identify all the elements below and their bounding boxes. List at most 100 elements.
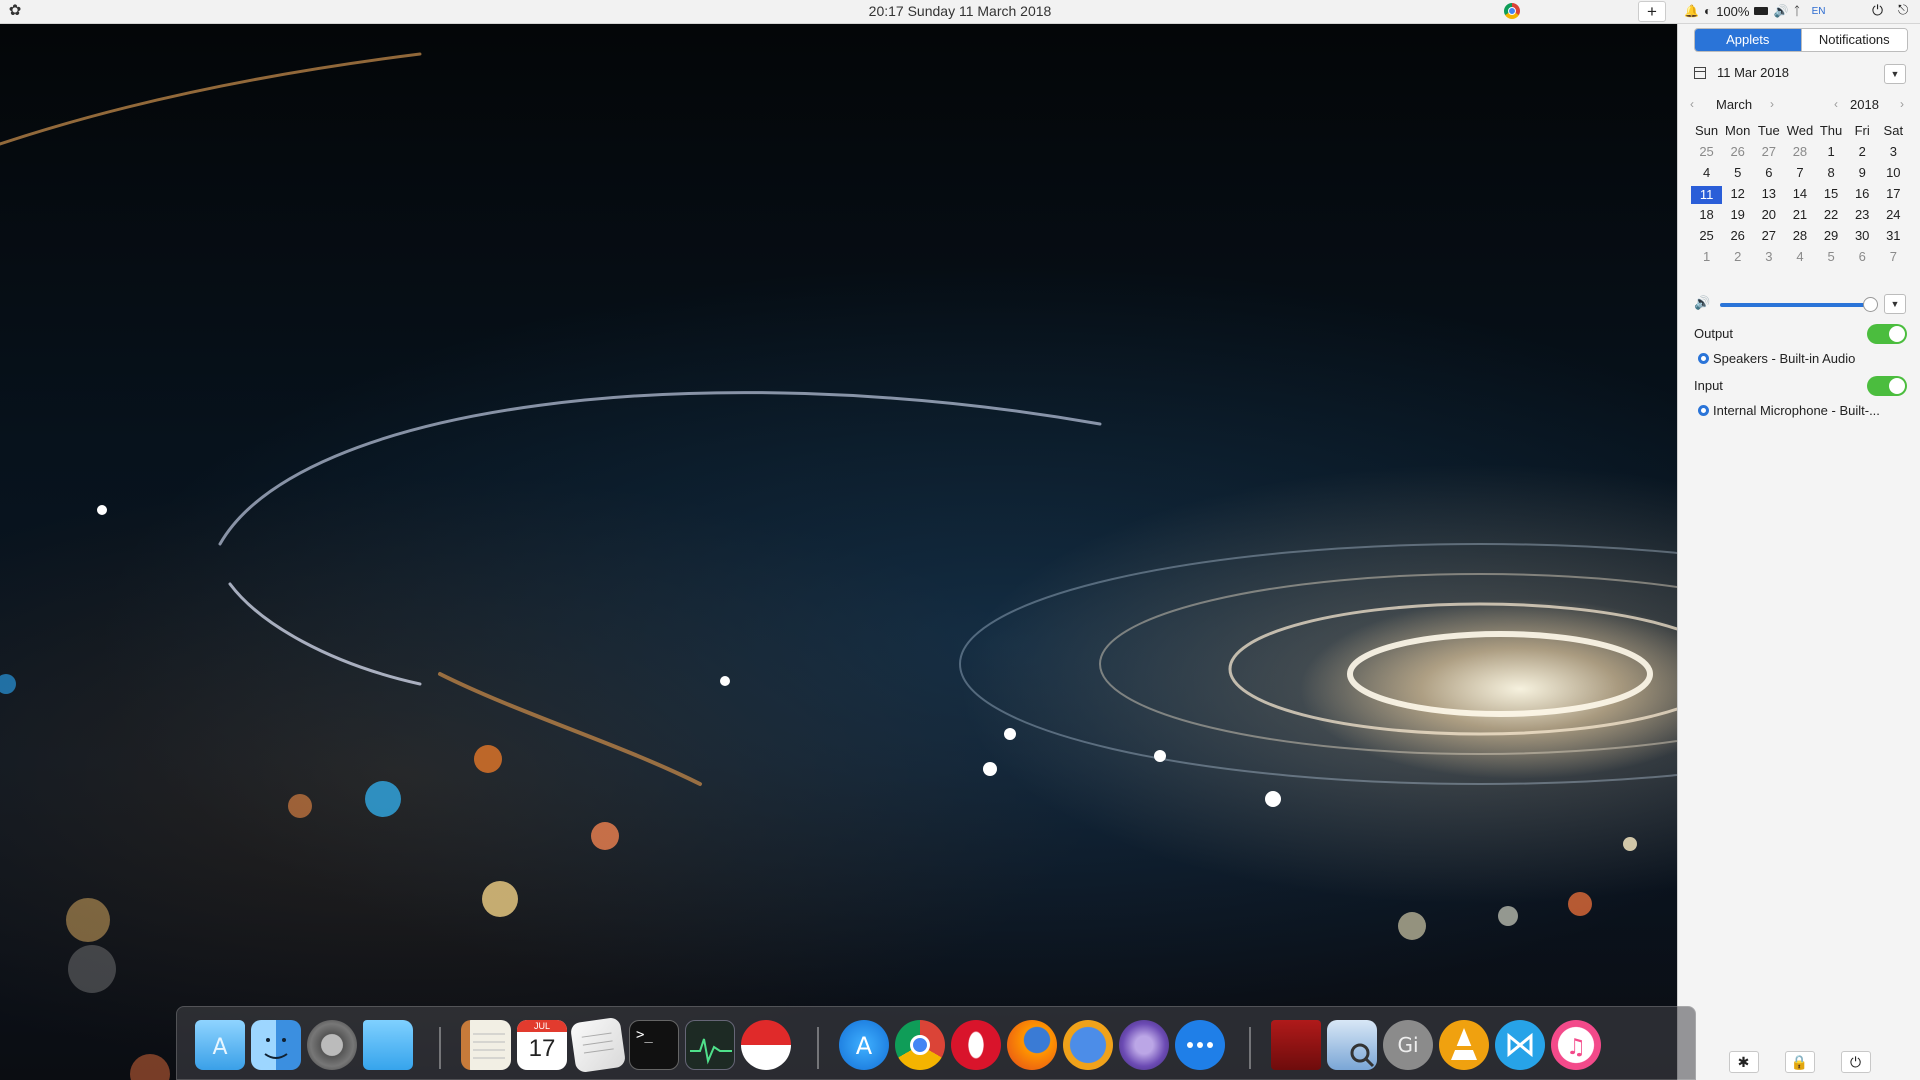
output-toggle[interactable] bbox=[1867, 324, 1907, 344]
terminal-icon[interactable]: >_ bbox=[629, 1020, 679, 1070]
calendar-day[interactable]: 29 bbox=[1816, 227, 1847, 248]
keyboard-language[interactable]: EN bbox=[1812, 6, 1826, 17]
night-mode-icon[interactable]: ◐ bbox=[1704, 3, 1711, 19]
calendar-day[interactable]: 19 bbox=[1722, 206, 1753, 227]
chrome-icon[interactable] bbox=[895, 1020, 945, 1070]
add-button[interactable]: + bbox=[1638, 1, 1666, 22]
opera-icon[interactable] bbox=[951, 1020, 1001, 1070]
browser-icon[interactable] bbox=[1063, 1020, 1113, 1070]
input-toggle[interactable] bbox=[1867, 376, 1907, 396]
calendar-day[interactable]: 28 bbox=[1784, 143, 1815, 164]
audio-dropdown-button[interactable]: ▼ bbox=[1884, 294, 1906, 314]
vscode-icon[interactable] bbox=[1495, 1020, 1545, 1070]
messages-icon[interactable] bbox=[1175, 1020, 1225, 1070]
finder-icon[interactable] bbox=[251, 1020, 301, 1070]
calendar-day-today[interactable]: 11 bbox=[1691, 186, 1723, 204]
calendar-day[interactable]: 25 bbox=[1691, 143, 1722, 164]
calendar-day[interactable]: 6 bbox=[1753, 164, 1784, 185]
calendar-day[interactable]: 24 bbox=[1878, 206, 1909, 227]
power-button[interactable]: ⏻ bbox=[1840, 1051, 1871, 1073]
lock-button[interactable]: 🔒 bbox=[1784, 1051, 1815, 1073]
record-icon[interactable] bbox=[741, 1020, 791, 1070]
desktop-wallpaper[interactable] bbox=[0, 24, 1677, 1080]
battery-percent[interactable]: 100% bbox=[1716, 4, 1749, 19]
calendar-day[interactable]: 7 bbox=[1878, 248, 1909, 269]
calendar-day[interactable]: 3 bbox=[1878, 143, 1909, 164]
power-icon[interactable]: ⏻ bbox=[1872, 2, 1883, 19]
logout-icon[interactable]: ⎋ bbox=[1898, 2, 1908, 18]
output-device-option[interactable]: Speakers - Built-in Audio bbox=[1698, 351, 1908, 366]
speaker-icon[interactable]: 🔊 bbox=[1694, 295, 1710, 311]
next-year-arrow[interactable]: › bbox=[1900, 97, 1904, 111]
calendar-day[interactable]: 5 bbox=[1722, 164, 1753, 185]
prev-month-arrow[interactable]: ‹ bbox=[1690, 97, 1694, 111]
activity-monitor-icon[interactable] bbox=[685, 1020, 735, 1070]
settings-tools-button[interactable]: ✱ bbox=[1728, 1051, 1759, 1073]
prev-year-arrow[interactable]: ‹ bbox=[1834, 97, 1838, 111]
calendar-dropdown-button[interactable]: ▼ bbox=[1884, 64, 1906, 84]
calendar-day[interactable]: 7 bbox=[1784, 164, 1815, 185]
bluetooth-icon[interactable]: ᛏ bbox=[1793, 3, 1800, 19]
folder-icon[interactable] bbox=[363, 1020, 413, 1070]
calendar-day[interactable]: 8 bbox=[1816, 164, 1847, 185]
calendar-day[interactable]: 25 bbox=[1691, 227, 1722, 248]
calendar-day[interactable]: 28 bbox=[1784, 227, 1815, 248]
calendar-day[interactable]: 12 bbox=[1722, 185, 1753, 206]
weekday-label: Sat bbox=[1883, 123, 1904, 138]
calendar-day[interactable]: 13 bbox=[1753, 185, 1784, 206]
next-month-arrow[interactable]: › bbox=[1770, 97, 1774, 111]
tab-applets[interactable]: Applets bbox=[1695, 29, 1801, 51]
text-editor-icon[interactable] bbox=[569, 1016, 627, 1074]
calendar-day[interactable]: 2 bbox=[1722, 248, 1753, 269]
battery-icon[interactable] bbox=[1754, 7, 1769, 15]
calendar-day[interactable]: 23 bbox=[1847, 206, 1878, 227]
calendar-day[interactable]: 30 bbox=[1847, 227, 1878, 248]
photo-booth-icon[interactable] bbox=[1271, 1020, 1321, 1070]
calendar-day[interactable]: 1 bbox=[1691, 248, 1722, 269]
app-store-folder-icon[interactable]: A bbox=[195, 1020, 245, 1070]
itunes-icon[interactable]: ♫ bbox=[1551, 1020, 1601, 1070]
tab-notifications[interactable]: Notifications bbox=[1800, 29, 1907, 51]
volume-slider-track[interactable] bbox=[1720, 303, 1870, 307]
clock[interactable]: 20:17 Sunday 11 March 2018 bbox=[0, 3, 1920, 19]
notes-icon[interactable] bbox=[461, 1020, 511, 1070]
calendar-day[interactable]: 14 bbox=[1784, 185, 1815, 206]
calendar-day[interactable]: 18 bbox=[1691, 206, 1722, 227]
calendar-day[interactable]: 2 bbox=[1847, 143, 1878, 164]
chrome-tray-icon[interactable] bbox=[1504, 3, 1520, 19]
system-preferences-icon[interactable] bbox=[307, 1020, 357, 1070]
input-device-label: Internal Microphone - Built-... bbox=[1713, 403, 1880, 418]
firefox-icon[interactable] bbox=[1007, 1020, 1057, 1070]
calendar-app-icon[interactable]: JUL 17 bbox=[517, 1020, 567, 1070]
calendar-day[interactable]: 1 bbox=[1816, 143, 1847, 164]
calendar-day[interactable]: 5 bbox=[1816, 248, 1847, 269]
calendar-day[interactable]: 22 bbox=[1816, 206, 1847, 227]
calendar-day[interactable]: 31 bbox=[1878, 227, 1909, 248]
volume-slider-knob[interactable] bbox=[1863, 297, 1878, 312]
calendar-day[interactable]: 21 bbox=[1784, 206, 1815, 227]
calendar-week: 4 5 6 7 8 9 10 bbox=[1691, 164, 1909, 185]
calendar-day[interactable]: 6 bbox=[1847, 248, 1878, 269]
preview-icon[interactable] bbox=[1327, 1020, 1377, 1070]
vlc-icon[interactable] bbox=[1439, 1020, 1489, 1070]
calendar-day[interactable]: 3 bbox=[1753, 248, 1784, 269]
bell-icon[interactable]: 🔔 bbox=[1684, 3, 1699, 19]
weekday-label: Wed bbox=[1786, 123, 1814, 138]
calendar-day[interactable]: 4 bbox=[1784, 248, 1815, 269]
input-device-option[interactable]: Internal Microphone - Built-... bbox=[1698, 403, 1908, 418]
calendar-day[interactable]: 15 bbox=[1816, 185, 1847, 206]
volume-icon[interactable]: 🔊 bbox=[1773, 3, 1788, 19]
calendar-day[interactable]: 10 bbox=[1878, 164, 1909, 185]
gimp-icon[interactable]: Gi bbox=[1383, 1020, 1433, 1070]
calendar-day[interactable]: 27 bbox=[1753, 143, 1784, 164]
app-store-icon[interactable]: A bbox=[839, 1020, 889, 1070]
tor-browser-icon[interactable] bbox=[1119, 1020, 1169, 1070]
calendar-day[interactable]: 4 bbox=[1691, 164, 1722, 185]
calendar-day[interactable]: 27 bbox=[1753, 227, 1784, 248]
calendar-day[interactable]: 26 bbox=[1722, 227, 1753, 248]
calendar-day[interactable]: 26 bbox=[1722, 143, 1753, 164]
calendar-day[interactable]: 16 bbox=[1847, 185, 1878, 206]
calendar-day[interactable]: 17 bbox=[1878, 185, 1909, 206]
calendar-day[interactable]: 9 bbox=[1847, 164, 1878, 185]
calendar-day[interactable]: 20 bbox=[1753, 206, 1784, 227]
